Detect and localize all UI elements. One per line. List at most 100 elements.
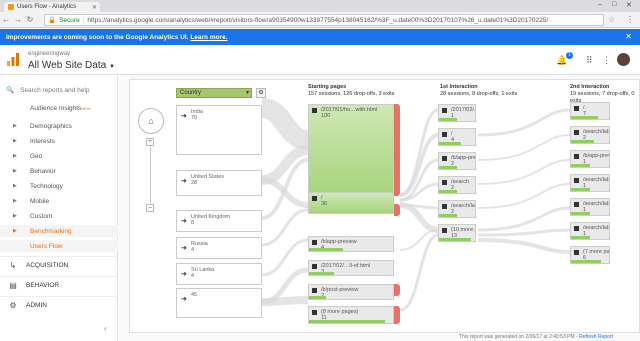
starting-pages-header: Starting pages 157 sessions, 126 drop-off… — [308, 84, 395, 97]
window-close-icon[interactable]: ✕ — [626, 1, 632, 9]
caret-right-icon: ▶ — [13, 123, 17, 129]
caret-right-icon: ▶ — [13, 153, 17, 159]
chevron-down-icon: ▼ — [108, 64, 115, 70]
sidebar-item-benchmarking[interactable]: ▶ Benchmarking — [0, 225, 118, 237]
account-name: engineeringway — [28, 51, 71, 57]
starting-node[interactable]: /blapp-preview4 — [308, 236, 394, 252]
collapse-sidebar-icon[interactable]: ‹ — [104, 324, 107, 333]
page-icon — [312, 240, 317, 245]
first-interaction-node[interactable]: /b/app-preview2 — [438, 152, 476, 170]
analytics-favicon-icon — [8, 4, 14, 10]
second-interaction-node[interactable]: /search/lab…nd and1 — [570, 222, 610, 240]
zoom-out-button[interactable]: – — [146, 204, 154, 212]
first-interaction-node[interactable]: /search 2 — [438, 176, 476, 194]
country-node-india[interactable]: ➜ India 70 — [176, 105, 262, 155]
second-interaction-node[interactable]: /b/app-preview1 — [570, 150, 610, 168]
caret-right-icon: ▶ — [13, 168, 17, 174]
sidebar-item-geo[interactable]: ▶ Geo — [0, 150, 118, 162]
sidebar-item-mobile[interactable]: ▶ Mobile — [0, 195, 118, 207]
banner-close-icon[interactable]: ✕ — [625, 32, 632, 41]
page-icon — [312, 288, 317, 293]
learn-more-link[interactable]: Learn more. — [190, 34, 227, 41]
behavior-icon: ▤ — [9, 281, 17, 290]
starting-node[interactable]: /b/post-preview2 — [308, 284, 394, 300]
zoom-slider-track[interactable] — [150, 143, 151, 208]
page-icon — [442, 156, 447, 161]
starting-node[interactable]: /2017/02/…ll-of.html3 — [308, 260, 394, 276]
url-field[interactable]: 🔒 Secure | https://analytics.google.com/… — [44, 14, 604, 26]
address-bar-row: ← → ↻ 🔒 Secure | https://analytics.googl… — [0, 12, 640, 28]
country-node-united-states[interactable]: ➜ United States 28 — [176, 170, 262, 196]
sidebar-item-behavior[interactable]: ▶ Behavior — [0, 165, 118, 177]
reload-icon[interactable]: ↻ — [24, 15, 36, 24]
sidebar-item-custom[interactable]: ▶ Custom — [0, 210, 118, 222]
first-interaction-node[interactable]: (10 more pages)13 — [438, 224, 476, 242]
starting-node[interactable]: (8 more pages) 11 — [308, 306, 394, 324]
dropoff-bar[interactable] — [394, 306, 400, 324]
home-icon: ⌂ — [148, 116, 154, 126]
more-vert-icon[interactable]: ⋮ — [602, 55, 611, 66]
zoom-in-button[interactable]: + — [146, 138, 154, 146]
property-selector[interactable]: All Web Site Data ▼ — [28, 60, 115, 71]
main-content: ⌂ + – Country ▾ ⚙ ➜ India 70 ➜ United States… — [119, 76, 640, 341]
dropoff-bar[interactable] — [394, 104, 400, 196]
country-node-other[interactable]: ➜ 45 — [176, 288, 262, 318]
arrow-right-icon: ➜ — [181, 178, 187, 185]
country-node-russia[interactable]: ➜ Russia 4 — [176, 237, 262, 259]
caret-right-icon: ▶ — [13, 198, 17, 204]
bookmark-star-icon[interactable]: ☆ — [608, 15, 615, 24]
browser-menu-icon[interactable]: ⋮ — [626, 15, 634, 24]
dimension-settings-icon[interactable]: ⚙ — [256, 88, 266, 98]
starting-node[interactable]: /2017/01/ho…with.html 100 — [308, 104, 394, 196]
arrow-right-icon: ➜ — [181, 218, 187, 225]
dropoff-bar[interactable] — [394, 284, 400, 296]
page-icon — [574, 202, 579, 207]
caret-right-icon: ▶ — [13, 183, 17, 189]
country-node-sri-lanka[interactable]: ➜ Sri Lanka 4 — [176, 263, 262, 285]
page-icon — [442, 204, 447, 209]
dimension-selector[interactable]: Country ▾ — [176, 88, 252, 98]
sidebar-item-audience-insights[interactable]: Audience Insights NEW — [0, 102, 118, 114]
first-interaction-node[interactable]: /4 — [438, 128, 476, 146]
sidebar-item-demographics[interactable]: ▶ Demographics — [0, 120, 118, 132]
forward-icon[interactable]: → — [12, 15, 24, 24]
apps-grid-icon[interactable]: ⠿ — [586, 55, 593, 66]
first-interaction-header: 1st Interaction 28 sessions, 8 drop-offs,… — [440, 84, 518, 97]
sidebar-section-admin[interactable]: ⚙ ADMIN — [0, 296, 118, 314]
page-icon — [574, 226, 579, 231]
sidebar-section-behavior[interactable]: ▤ BEHAVIOR — [0, 276, 118, 294]
avatar[interactable] — [617, 53, 630, 66]
country-node-united-kingdom[interactable]: ➜ United Kingdom 8 — [176, 210, 262, 232]
caret-right-icon: ▶ — [13, 138, 17, 144]
search-input[interactable]: 🔍 Search reports and help — [6, 84, 114, 96]
caret-right-icon: ▶ — [13, 228, 17, 234]
dropoff-bar[interactable] — [394, 204, 400, 216]
pan-control[interactable]: ⌂ — [138, 108, 164, 134]
maximize-icon[interactable]: □ — [612, 1, 616, 8]
tab-close-icon[interactable]: ✕ — [92, 4, 97, 11]
refresh-report-link[interactable]: Refresh Report — [579, 334, 613, 340]
minimize-icon[interactable]: – — [598, 1, 602, 8]
starting-node[interactable]: /36 — [308, 192, 394, 214]
sidebar-item-technology[interactable]: ▶ Technology — [0, 180, 118, 192]
acquisition-icon: ↳ — [9, 261, 17, 270]
page-icon — [574, 154, 579, 159]
second-interaction-node[interactable]: /7 — [570, 102, 610, 120]
users-flow-canvas[interactable]: ⌂ + – Country ▾ ⚙ ➜ India 70 ➜ United States… — [129, 79, 640, 333]
browser-tab[interactable]: Users Flow - Analytics ✕ — [4, 2, 100, 12]
first-interaction-node[interactable]: /2017/02/…ll-of.html1 — [438, 104, 476, 122]
first-interaction-node[interactable]: /search/lab…technology2 — [438, 200, 476, 218]
page-icon — [442, 132, 447, 137]
page-icon — [312, 264, 317, 269]
back-icon[interactable]: ← — [0, 15, 12, 24]
sidebar-section-acquisition[interactable]: ↳ ACQUISITION — [0, 256, 118, 274]
sidebar-item-interests[interactable]: ▶ Interests — [0, 135, 118, 147]
page-icon — [312, 310, 317, 315]
second-interaction-node[interactable]: /search/lab…ology.h1 — [570, 174, 610, 192]
admin-gear-icon: ⚙ — [9, 301, 17, 310]
second-interaction-node[interactable]: /search/lab…/tutoria1 — [570, 198, 610, 216]
second-interaction-node[interactable]: (7 more pages)6 — [570, 246, 610, 264]
sidebar-item-users-flow[interactable]: Users Flow — [0, 240, 118, 252]
page-icon — [442, 228, 447, 233]
second-interaction-node[interactable]: /search/lab…techno2 — [570, 126, 610, 144]
